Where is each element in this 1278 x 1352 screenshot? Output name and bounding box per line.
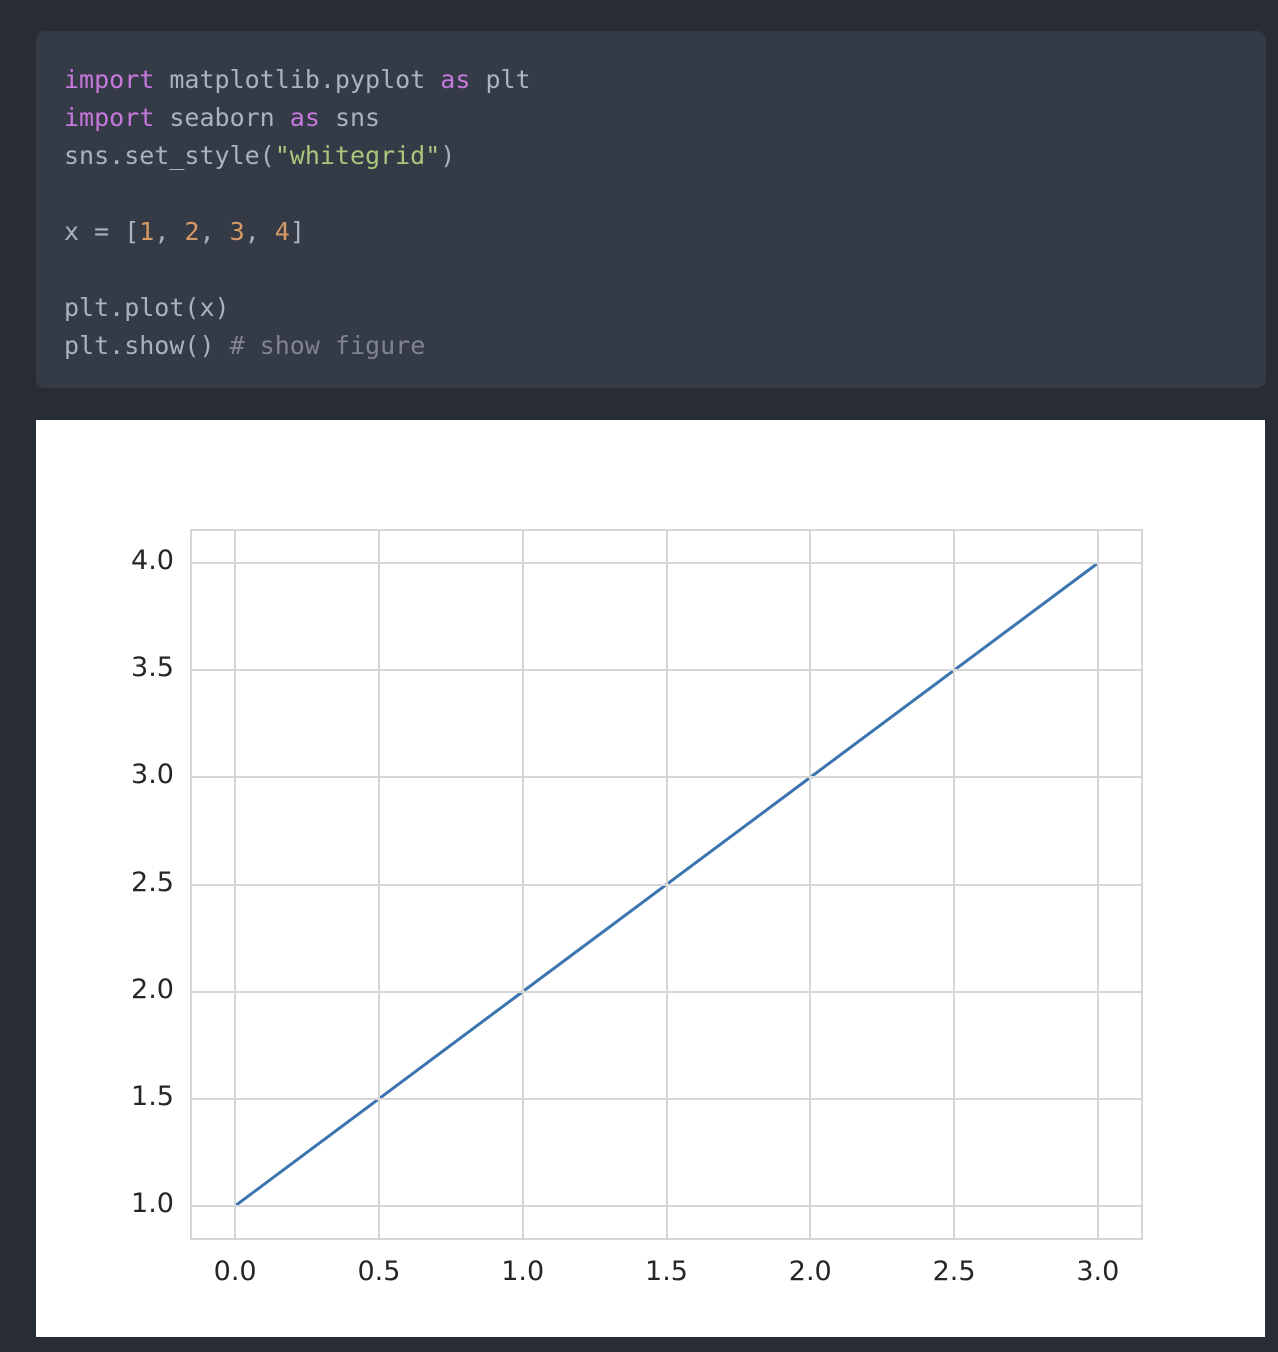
code-token: ] [289,217,305,246]
x-tick-label: 3.0 [1076,1256,1120,1287]
y-tick-label: 4.0 [131,545,174,577]
y-tick-label: 1.5 [131,1080,174,1112]
code-line: import seaborn as sns [64,99,1266,137]
code-token: 1 [139,217,155,246]
code-token: plt.show() [64,331,230,360]
gridline-horizontal [192,990,1141,993]
code-token: plt.plot(x) [64,293,230,322]
x-tick-label: 2.5 [932,1256,976,1287]
code-cell-source: import matplotlib.pyplot as plt import se… [36,61,1266,365]
x-tick-label: 1.0 [501,1256,545,1287]
gridline-horizontal [192,1204,1141,1207]
matplotlib-figure: 1.0 1.5 2.0 2.5 3.0 3.5 4.0 0.0 0.5 1.0 1.5 2.0 2.5… [36,420,1265,1337]
code-token: ) [440,141,456,170]
code-line: import matplotlib.pyplot as plt [64,61,1266,99]
code-token: matplotlib.pyplot [154,65,441,94]
y-tick-label: 1.0 [131,1187,174,1219]
code-token: , [199,217,230,246]
code-token: x = [ [64,217,140,246]
code-line: plt.plot(x) [64,289,1266,327]
code-line: sns.set_style("whitegrid") [64,137,1266,175]
gridline-horizontal [192,883,1141,886]
code-token: as [289,103,320,132]
code-token: plt [470,65,531,94]
y-tick-label: 3.5 [131,652,174,684]
y-tick-label: 2.5 [131,866,174,898]
code-token: , [244,217,275,246]
x-tick-label: 0.5 [357,1256,401,1287]
code-cell[interactable]: import matplotlib.pyplot as plt import se… [36,31,1266,388]
figure-output-card: 1.0 1.5 2.0 2.5 3.0 3.5 4.0 0.0 0.5 1.0 1.5 2.0 2.5… [36,420,1265,1337]
code-token: 2 [184,217,200,246]
code-token: sns.set_style( [64,141,275,170]
code-line: plt.show() # show figure [64,327,1266,365]
gridline-horizontal [192,776,1141,779]
y-tick-label: 2.0 [131,973,174,1005]
code-token: import [64,65,155,94]
code-token: sns [319,103,381,132]
gridline-horizontal [192,562,1141,565]
y-tick-label: 3.0 [131,759,174,791]
x-tick-label: 1.5 [645,1256,688,1287]
code-token: # show figure [229,331,426,360]
code-token: 4 [274,217,290,246]
code-token: seaborn [154,103,290,132]
code-token: import [64,103,155,132]
x-tick-label: 2.0 [788,1256,832,1287]
code-token: "whitegrid" [274,141,441,170]
plot-axes [190,529,1143,1240]
code-token: 3 [229,217,245,246]
gridline-horizontal [192,1097,1141,1100]
code-line: x = [1, 2, 3, 4] [64,213,1266,251]
code-token: as [440,65,471,94]
code-token: , [154,217,185,246]
gridline-horizontal [192,669,1141,672]
x-tick-label: 0.0 [213,1256,257,1287]
